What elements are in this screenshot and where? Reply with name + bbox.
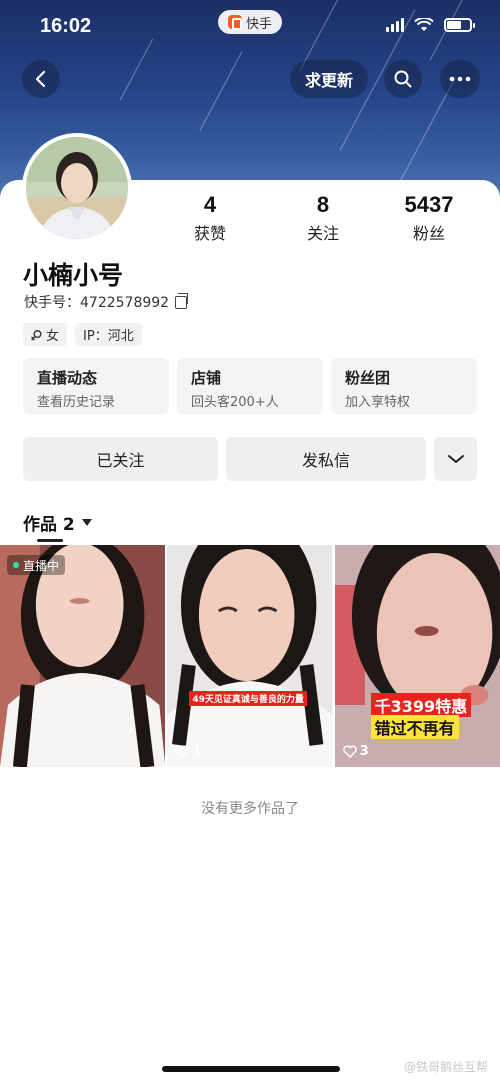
video-caption-promo: 千3399特惠 bbox=[370, 693, 472, 717]
status-bar: 16:02 快手 bbox=[0, 0, 500, 52]
tab-works[interactable]: 作品 2 bbox=[23, 510, 92, 535]
works-grid: 直播中 49天见证真诚与善良的力量 1 千3399特惠 错过不再有 3 bbox=[0, 545, 500, 767]
status-icons bbox=[386, 18, 475, 32]
stat-label: 关注 bbox=[306, 224, 339, 243]
feature-title: 粉丝团 bbox=[345, 369, 391, 387]
back-button[interactable] bbox=[22, 60, 60, 98]
works-tab-label: 作品 2 bbox=[23, 515, 75, 535]
work-tile[interactable]: 千3399特惠 错过不再有 3 bbox=[334, 545, 500, 767]
more-options-button[interactable] bbox=[434, 437, 477, 481]
profile-actions: 已关注 发私信 bbox=[23, 437, 477, 481]
video-thumbnail bbox=[0, 545, 166, 767]
video-caption-promo-sub: 错过不再有 bbox=[370, 715, 459, 739]
ip-location-label: IP：河北 bbox=[83, 329, 134, 344]
shop-card[interactable]: 店铺 回头客200+人 bbox=[177, 358, 323, 414]
stat-label: 获赞 bbox=[193, 224, 226, 243]
video-thumbnail bbox=[167, 545, 333, 767]
heart-icon bbox=[342, 745, 357, 758]
stat-value: 8 bbox=[316, 192, 330, 217]
profile-stats: 4 获赞 8 关注 5437 粉丝 bbox=[150, 192, 500, 244]
fan-club-card[interactable]: 粉丝团 加入享特权 bbox=[331, 358, 477, 414]
stat-likes[interactable]: 4 获赞 bbox=[150, 192, 270, 244]
feature-subtitle: 加入享特权 bbox=[345, 395, 411, 410]
home-indicator[interactable] bbox=[162, 1066, 340, 1072]
copy-icon[interactable] bbox=[175, 292, 189, 309]
avatar[interactable] bbox=[22, 133, 132, 243]
live-badge-label: 直播中 bbox=[23, 558, 60, 573]
user-id-row[interactable]: 快手号：4722578992 bbox=[24, 292, 189, 312]
more-button[interactable] bbox=[440, 60, 480, 98]
send-message-button[interactable]: 发私信 bbox=[226, 437, 426, 481]
stat-value: 5437 bbox=[404, 192, 454, 217]
wifi-icon bbox=[414, 18, 434, 31]
like-count: 1 bbox=[175, 744, 201, 759]
gender-label: 女 bbox=[46, 329, 60, 344]
signal-icon bbox=[386, 18, 404, 32]
work-tile-live[interactable]: 直播中 bbox=[0, 545, 166, 767]
live-badge: 直播中 bbox=[7, 555, 66, 575]
watermark: @铁哥鹅丝互帮 bbox=[403, 1060, 488, 1074]
avatar-photo bbox=[26, 137, 128, 239]
profile-tags: 女 IP：河北 bbox=[23, 323, 142, 346]
like-count-value: 1 bbox=[192, 744, 202, 759]
search-button[interactable] bbox=[384, 60, 422, 98]
battery-icon bbox=[444, 18, 475, 32]
user-id: 快手号：4722578992 bbox=[24, 295, 170, 311]
gender-tag: 女 bbox=[23, 323, 68, 346]
chevron-left-icon bbox=[35, 70, 46, 88]
heart-icon bbox=[175, 745, 190, 758]
stat-value: 4 bbox=[203, 192, 217, 217]
like-count-value: 3 bbox=[359, 744, 369, 759]
tab-indicator bbox=[37, 539, 63, 542]
caret-down-icon bbox=[81, 519, 92, 526]
feature-cards: 直播动态 查看历史记录 店铺 回头客200+人 粉丝团 加入享特权 bbox=[23, 358, 477, 414]
live-history-card[interactable]: 直播动态 查看历史记录 bbox=[23, 358, 169, 414]
more-dots-icon bbox=[449, 76, 471, 82]
feature-subtitle: 回头客200+人 bbox=[191, 395, 279, 410]
chevron-down-icon bbox=[447, 455, 464, 463]
app-name: 快手 bbox=[245, 16, 272, 32]
video-caption: 49天见证真诚与善良的力量 bbox=[189, 691, 307, 706]
like-count: 3 bbox=[342, 744, 369, 759]
feature-title: 店铺 bbox=[191, 369, 222, 387]
live-dot-icon bbox=[13, 562, 19, 568]
stat-followers[interactable]: 5437 粉丝 bbox=[376, 192, 482, 244]
profile-name: 小楠小号 bbox=[23, 261, 124, 290]
followed-button[interactable]: 已关注 bbox=[23, 437, 218, 481]
stat-label: 粉丝 bbox=[412, 224, 445, 243]
search-icon bbox=[394, 70, 412, 88]
app-indicator-pill: 快手 bbox=[218, 10, 282, 34]
kuaishou-logo-icon bbox=[227, 15, 242, 30]
feature-title: 直播动态 bbox=[37, 369, 98, 387]
stat-following[interactable]: 8 关注 bbox=[270, 192, 376, 244]
work-tile[interactable]: 49天见证真诚与善良的力量 1 bbox=[167, 545, 333, 767]
request-update-button[interactable]: 求更新 bbox=[290, 60, 368, 98]
status-time: 16:02 bbox=[40, 15, 92, 37]
ip-location-tag: IP：河北 bbox=[75, 323, 142, 346]
female-icon bbox=[31, 329, 42, 340]
no-more-works-text: 没有更多作品了 bbox=[201, 801, 299, 817]
feature-subtitle: 查看历史记录 bbox=[37, 395, 116, 410]
